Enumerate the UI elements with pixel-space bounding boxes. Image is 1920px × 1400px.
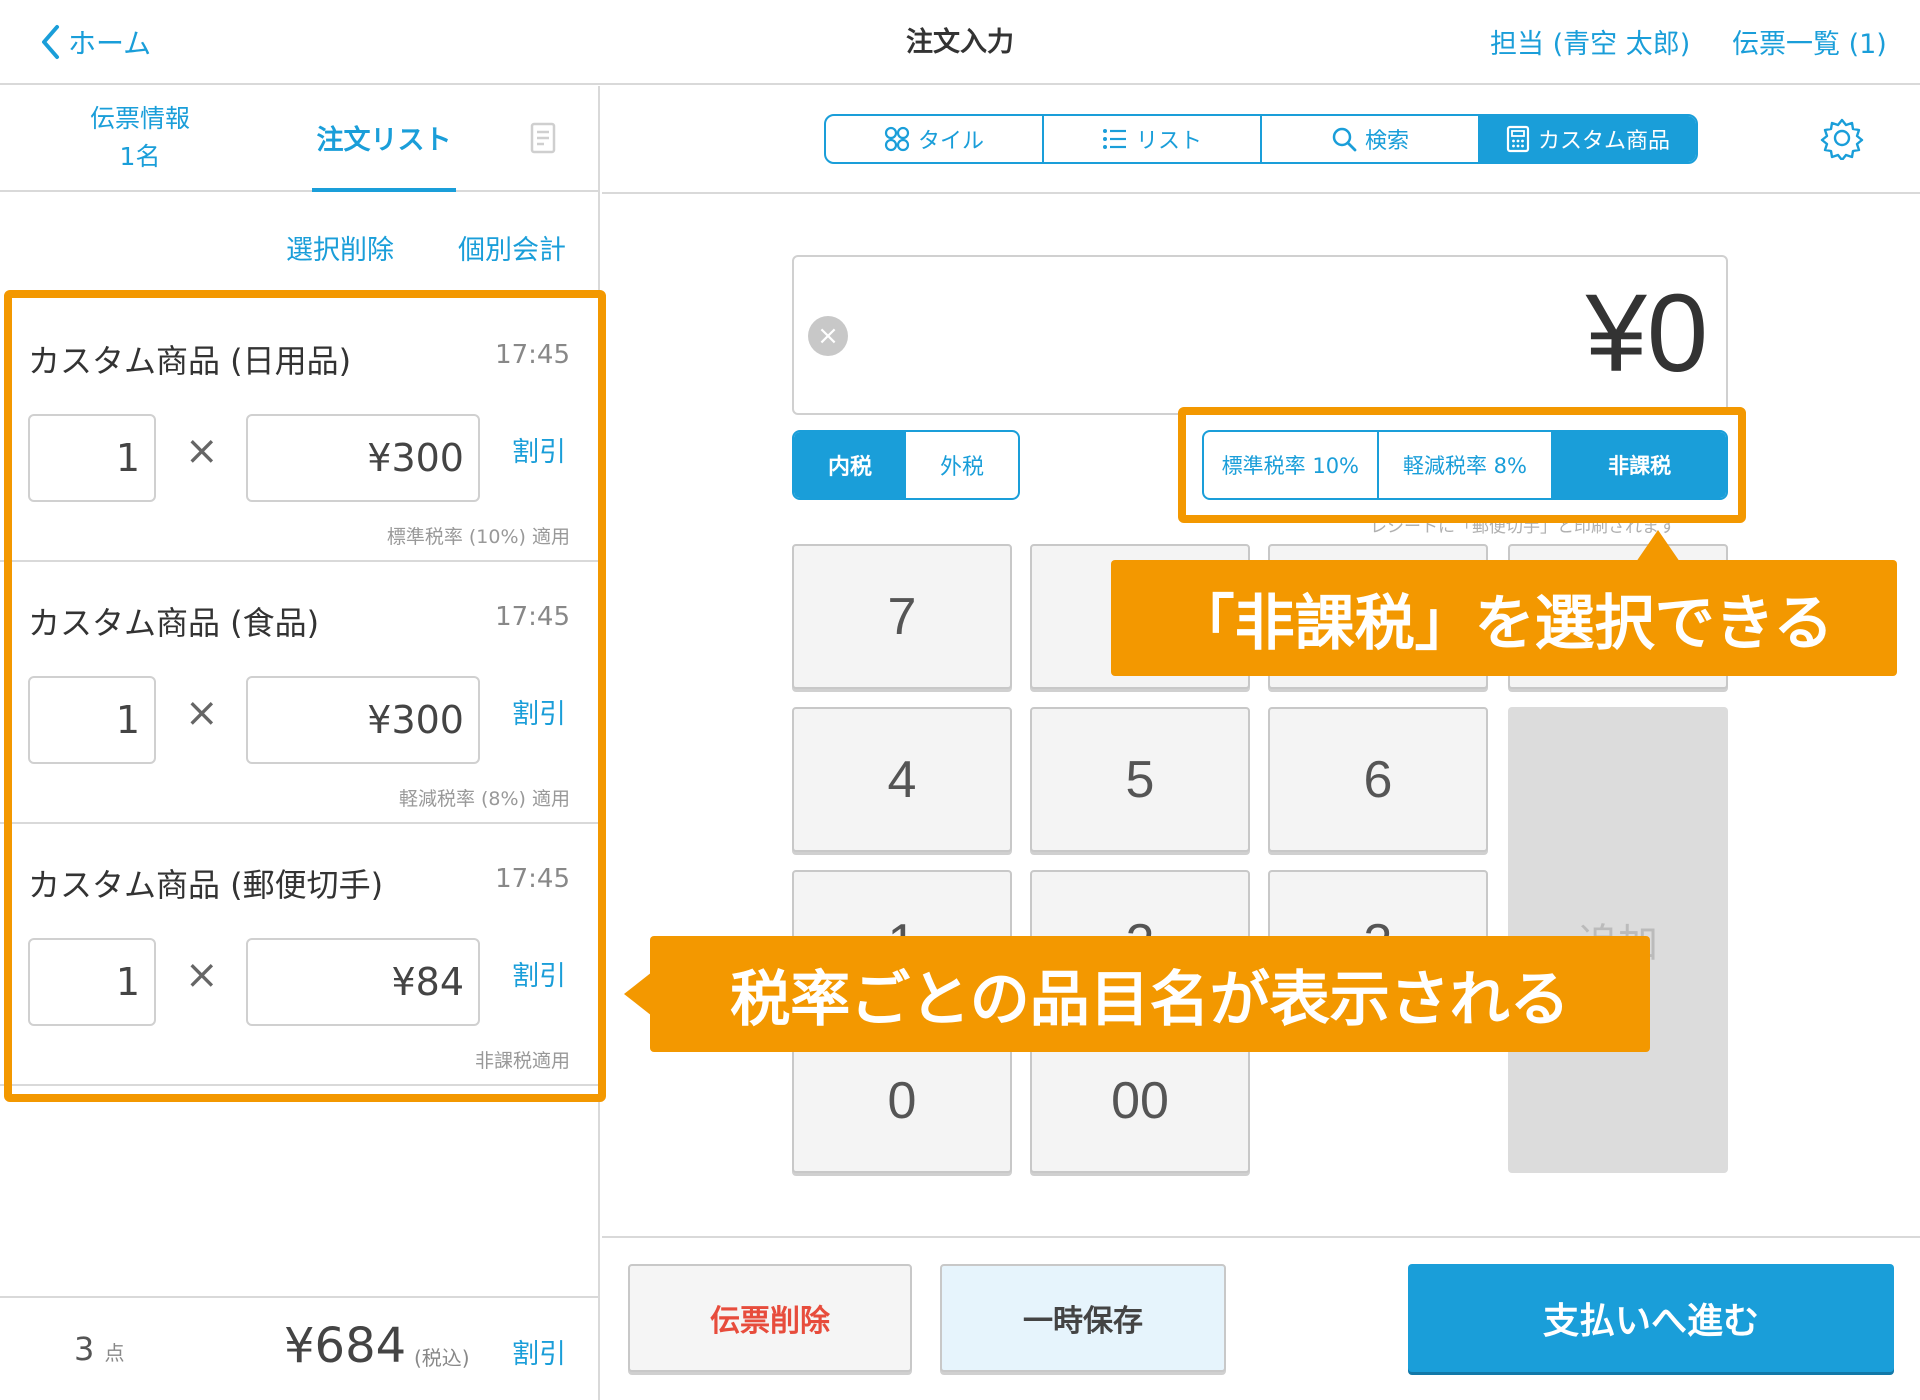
gear-icon[interactable] xyxy=(1820,116,1864,164)
tab-slip-info-guests: 1名 xyxy=(119,142,161,171)
list-icon xyxy=(1102,129,1126,149)
key-5[interactable]: 5 xyxy=(1030,707,1250,852)
key-4[interactable]: 4 xyxy=(792,707,1012,852)
calculator-icon xyxy=(1506,125,1530,153)
item-count-value: 3 xyxy=(74,1330,95,1368)
tab-tile-label: タイル xyxy=(917,129,984,154)
input-mode-tabs: タイル リスト 検索 カスタム商品 xyxy=(824,114,1698,164)
staff-button[interactable]: 担当 (青空 太郎) xyxy=(1490,22,1690,61)
tab-active-indicator xyxy=(312,188,456,192)
search-icon xyxy=(1332,127,1357,152)
callout-arrow xyxy=(624,972,652,1016)
tab-search[interactable]: 検索 xyxy=(1262,116,1480,162)
tax-mode-toggle: 内税 外税 xyxy=(792,430,1020,500)
amount-value: ¥0 xyxy=(1585,272,1708,395)
tax-exclusive-option[interactable]: 外税 xyxy=(906,432,1018,498)
callout-item-names: 税率ごとの品目名が表示される xyxy=(650,936,1650,1052)
total-amount: ¥684 xyxy=(284,1318,407,1374)
slip-list-button[interactable]: 伝票一覧 (1) xyxy=(1732,22,1887,61)
item-count: 3 点 xyxy=(74,1330,125,1368)
total-discount-button[interactable]: 割引 xyxy=(512,1332,566,1371)
delete-slip-button[interactable]: 伝票削除 xyxy=(628,1264,912,1372)
left-tab-bar: 伝票情報 1名 注文リスト xyxy=(0,86,600,192)
clear-amount-button[interactable]: × xyxy=(808,316,848,356)
tab-slip-info-label: 伝票情報 xyxy=(89,104,190,133)
tax-included-label: (税込) xyxy=(414,1346,470,1370)
tax-rate-highlight-frame xyxy=(1178,407,1746,523)
grid-icon xyxy=(884,126,910,152)
proceed-to-payment-button[interactable]: 支払いへ進む xyxy=(1408,1264,1894,1372)
tab-slip-info[interactable]: 伝票情報 1名 xyxy=(60,100,220,176)
tab-custom-item[interactable]: カスタム商品 xyxy=(1480,116,1696,162)
key-6[interactable]: 6 xyxy=(1268,707,1488,852)
tab-tile[interactable]: タイル xyxy=(826,116,1044,162)
items-highlight-frame xyxy=(4,290,606,1102)
divider xyxy=(602,1236,1920,1238)
nav-bar: ホーム 注文入力 担当 (青空 太郎) 伝票一覧 (1) xyxy=(0,0,1920,85)
tab-custom-item-label: カスタム商品 xyxy=(1537,129,1670,154)
tab-list-label: リスト xyxy=(1135,129,1202,154)
tab-order-list[interactable]: 注文リスト xyxy=(312,118,456,157)
tax-inclusive-option[interactable]: 内税 xyxy=(794,432,906,498)
divider xyxy=(602,192,1920,194)
callout-arrow xyxy=(1636,530,1680,562)
hold-button[interactable]: 一時保存 xyxy=(940,1264,1226,1372)
callout-tax-exempt: 「非課税」を選択できる xyxy=(1111,560,1897,676)
split-checkout-button[interactable]: 個別会計 xyxy=(458,228,566,267)
document-icon[interactable] xyxy=(528,122,562,160)
tab-search-label: 検索 xyxy=(1364,129,1409,154)
item-count-unit: 点 xyxy=(104,1341,125,1365)
delete-selected-button[interactable]: 選択削除 xyxy=(286,228,394,267)
key-7[interactable]: 7 xyxy=(792,544,1012,689)
tab-list[interactable]: リスト xyxy=(1044,116,1262,162)
